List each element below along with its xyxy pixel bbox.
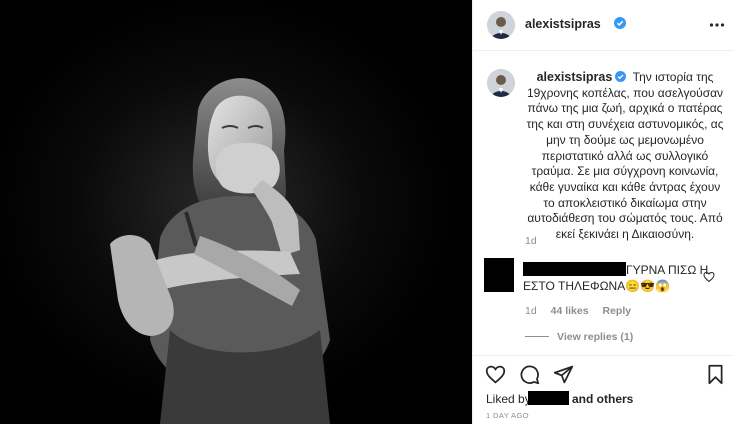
comment-text-line2: ΕΣΤΟ ΤΗΛΕΦΩΝΑ😑😎😱 xyxy=(523,279,671,293)
liked-by-others-text[interactable]: and others xyxy=(572,392,633,406)
liked-by-username-redacted[interactable] xyxy=(528,391,569,405)
caption-avatar[interactable] xyxy=(487,69,515,97)
caption-timestamp[interactable]: 1d xyxy=(525,235,537,247)
comment-meta: 1d 44 likes Reply xyxy=(525,305,642,317)
comment-avatar-redacted[interactable] xyxy=(484,258,514,292)
comment-username-redacted[interactable] xyxy=(523,262,626,276)
caption-verified-icon xyxy=(615,71,627,82)
caption-username[interactable]: alexistsipras xyxy=(537,70,613,84)
header-username[interactable]: alexistsipras xyxy=(525,17,601,31)
comment-bubble-icon[interactable] xyxy=(519,364,540,385)
caption-body: Την ιστορία της 19χρονης κοπέλας, που ασ… xyxy=(526,70,724,242)
liked-by-label: Liked by xyxy=(486,392,531,406)
caption-text: alexistsipras Την ιστορία της 19χρονης κ… xyxy=(525,70,725,243)
post-side-panel: alexistsipras alexistsipras Την ιστορία … xyxy=(472,0,734,424)
liked-by-others[interactable]: and others xyxy=(572,392,633,406)
comment-timestamp[interactable]: 1d xyxy=(525,305,537,317)
share-direct-icon[interactable] xyxy=(553,364,574,385)
comment-likes[interactable]: 44 likes xyxy=(551,305,589,317)
comment-reply-button[interactable]: Reply xyxy=(602,305,631,317)
like-heart-icon[interactable] xyxy=(485,364,506,385)
view-replies-divider xyxy=(525,336,549,337)
more-options-icon[interactable] xyxy=(709,17,725,33)
profile-avatar[interactable] xyxy=(487,11,515,39)
verified-badge-icon xyxy=(614,17,626,29)
save-bookmark-icon[interactable] xyxy=(705,364,726,385)
post-actions: Liked by and others 1 DAY AGO xyxy=(473,355,734,424)
comment-like-heart-icon[interactable] xyxy=(703,271,715,283)
comment-text-line1: ΓΥΡΝΑ ΠΙΣΩ Η xyxy=(626,263,709,277)
view-replies-button[interactable]: View replies (1) xyxy=(557,331,633,343)
post-image[interactable] xyxy=(0,0,472,424)
post-header: alexistsipras xyxy=(473,0,734,51)
post-date[interactable]: 1 DAY AGO xyxy=(486,411,529,420)
